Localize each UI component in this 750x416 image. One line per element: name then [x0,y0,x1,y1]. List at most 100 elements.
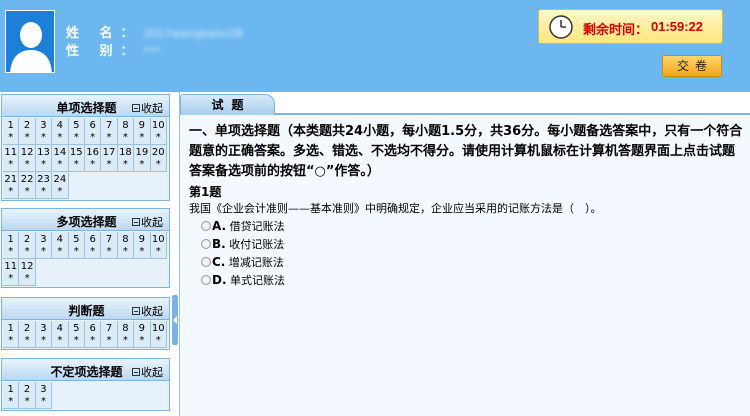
question-nav-number: 8 [122,120,129,131]
question-nav-cell[interactable]: 2 * [19,232,36,259]
question-nav-number: 8 [122,323,129,334]
radio-button[interactable] [201,257,211,267]
radio-button[interactable] [201,239,211,249]
question-nav-cell[interactable]: 14 * [52,145,69,172]
question-nav-cell[interactable]: 1 * [3,232,20,259]
question-nav-status: * [24,246,30,257]
question-nav-number: 1 [7,120,14,131]
question-nav-status: * [139,132,145,143]
question-nav-cell[interactable]: 11 * [3,145,20,172]
panel-toggle-handle[interactable] [172,295,178,345]
question-nav-cell[interactable]: 2 * [19,382,36,409]
question-nav-cell[interactable]: 5 * [68,232,85,259]
question-nav-cell[interactable]: 3 * [35,321,53,348]
question-nav-status: * [40,396,46,407]
question-nav-cell[interactable]: 7 * [101,232,118,259]
question-nav-cell[interactable]: 17 * [101,145,118,172]
question-nav-number: 2 [23,384,31,395]
collapse-button[interactable]: 收起 [132,364,163,380]
option-c[interactable]: C. 增减记账法 [201,253,745,271]
question-nav-status: * [139,335,145,346]
gender-label: 性 别： [66,44,142,59]
question-nav-number: 12 [20,147,34,158]
question-nav-cell[interactable]: 22 * [19,172,36,199]
minus-box-icon [132,368,140,376]
question-nav-cell[interactable]: 5 * [68,118,85,145]
question-nav-cell[interactable]: 3 * [35,382,53,409]
question-nav-cell[interactable]: 4 * [52,232,69,259]
question-nav-cell[interactable]: 20 * [150,145,167,172]
question-nav-cell[interactable]: 24 * [52,172,69,199]
minus-box-icon [132,104,140,112]
question-nav-cell[interactable]: 16 * [84,145,102,172]
question-nav-cell[interactable]: 19 * [134,145,151,172]
question-nav-status: * [40,159,46,170]
question-nav-status: * [106,132,112,143]
avatar [5,10,55,73]
question-nav-status: * [155,335,161,346]
remaining-time-value: 01:59:22 [651,19,704,34]
question-nav-cell[interactable]: 8 * [117,232,135,259]
question-nav-cell[interactable]: 10 * [150,232,167,259]
question-nav-cell[interactable]: 18 * [117,145,135,172]
question-nav-number: 5 [73,234,80,245]
question-nav-cell[interactable]: 4 * [52,321,69,348]
submit-exam-button[interactable]: 交卷 [662,55,722,77]
question-nav-number: 3 [40,234,47,245]
question-nav-cell[interactable]: 6 * [84,321,102,348]
collapse-button[interactable]: 收起 [132,214,163,230]
collapse-button[interactable]: 收起 [132,303,163,319]
question-nav-cell[interactable]: 3 * [35,232,53,259]
question-nav-cell[interactable]: 12 * [19,145,36,172]
question-nav-cell[interactable]: 10 * [150,118,167,145]
question-nav-cell[interactable]: 4 * [52,118,69,145]
question-nav-status: * [155,132,161,143]
question-nav-status: * [122,246,128,257]
question-nav-cell[interactable]: 7 * [101,118,118,145]
question-nav-status: * [90,159,96,170]
question-nav-cell[interactable]: 1 * [3,118,20,145]
question-nav-status: * [8,273,14,284]
question-nav-status: * [57,246,63,257]
radio-button[interactable] [201,221,211,231]
radio-button[interactable] [201,275,211,285]
question-nav-cell[interactable]: 9 * [134,321,151,348]
collapse-button[interactable]: 收起 [132,100,163,116]
question-nav-status: * [122,335,128,346]
question-nav-cell[interactable]: 23 * [35,172,53,199]
question-nav-cell[interactable]: 6 * [84,232,102,259]
question-nav-cell[interactable]: 11 * [3,259,20,286]
question-nav-status: * [8,186,14,197]
question-nav-cell[interactable]: 3 * [35,118,53,145]
section-header: 不定项选择题 收起 [2,359,169,381]
question-nav-cell[interactable]: 1 * [3,321,20,348]
option-d[interactable]: D. 单式记账法 [201,271,745,289]
question-nav-cell[interactable]: 15 * [68,145,85,172]
question-nav-cell[interactable]: 5 * [68,321,85,348]
question-nav-cell[interactable]: 7 * [101,321,118,348]
question-nav-cell[interactable]: 9 * [134,118,151,145]
question-nav-cell[interactable]: 8 * [117,118,135,145]
question-nav-cell[interactable]: 2 * [19,321,36,348]
question-nav-cell[interactable]: 12 * [19,259,36,286]
question-nav-status: * [57,186,63,197]
question-grid: 1 * 2 * 3 * 4 * 5 * 6 * 7 * 8 * 9 * 10 * [2,320,169,349]
question-nav-status: * [73,335,79,346]
question-nav-number: 17 [102,147,116,158]
question-nav-cell[interactable]: 6 * [84,118,102,145]
exam-header: 姓 名： 2017wangkaiss28 性 别： *** 剩余时间： 01:59:… [0,0,750,92]
question-nav-cell[interactable]: 1 * [3,382,20,409]
user-silhouette-icon [6,11,54,72]
question-nav-cell[interactable]: 10 * [150,321,167,348]
question-nav-cell[interactable]: 21 * [3,172,20,199]
question-nav-status: * [106,246,112,257]
question-nav-cell[interactable]: 13 * [35,145,53,172]
question-nav-cell[interactable]: 2 * [19,118,36,145]
tab-questions[interactable]: 试题 [180,94,275,115]
option-b[interactable]: B. 收付记账法 [201,235,745,253]
option-a[interactable]: A. 借贷记账法 [201,217,745,235]
question-nav-cell[interactable]: 8 * [117,321,135,348]
question-nav-cell[interactable]: 9 * [134,232,151,259]
question-nav-number: 18 [119,147,132,158]
name-value: 2017wangkaiss28 [143,27,243,40]
